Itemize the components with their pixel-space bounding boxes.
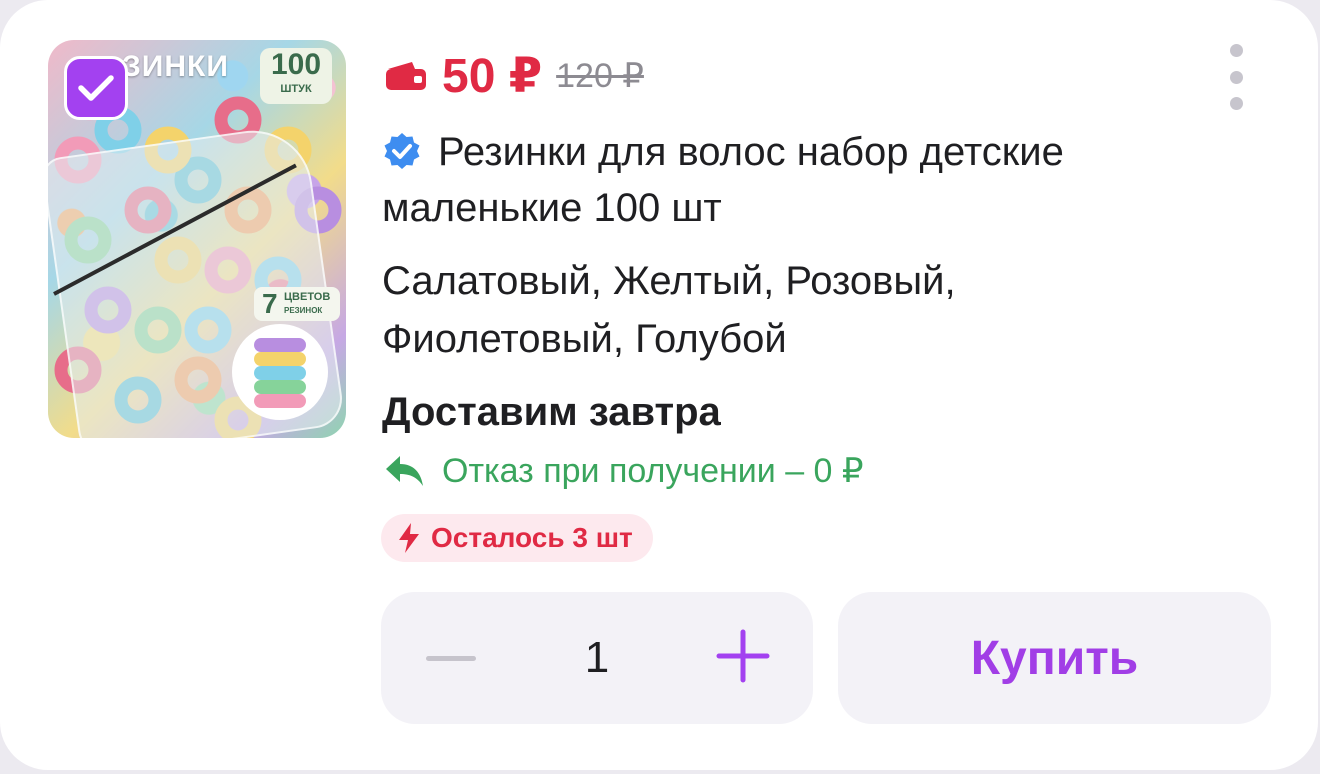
image-count-unit: ШТУК [280, 83, 312, 95]
image-colors-badge: 7 ЦВЕТОВ РЕЗИНОК [254, 287, 340, 321]
decrease-button[interactable] [425, 638, 477, 678]
increase-button[interactable] [715, 628, 771, 684]
refund-text: Отказ при получении – 0 ₽ [442, 452, 864, 490]
delivery-text: Доставим завтра [382, 390, 721, 434]
image-count-badge: 100 ШТУК [260, 48, 332, 104]
stock-badge: Осталось 3 шт [381, 514, 653, 562]
image-count-number: 100 [270, 48, 322, 81]
product-card: ЗИНКИ 100 ШТУК 7 ЦВЕТОВ РЕЗИНОК 50 ₽ 120… [0, 0, 1318, 770]
product-colors: Салатовый, Желтый, Розовый, Фиолетовый, … [382, 259, 956, 361]
image-colors-word: ЦВЕТОВ [284, 291, 331, 303]
buy-button[interactable]: Купить [838, 592, 1271, 724]
verified-badge-icon [384, 133, 420, 169]
product-title[interactable]: Резинки для волос набор детские маленьки… [382, 124, 1202, 236]
price-row: 50 ₽ 120 ₽ [384, 48, 644, 104]
quantity-stepper: 1 [381, 592, 813, 724]
lightning-icon [399, 523, 419, 553]
checkmark-icon [78, 75, 114, 101]
refund-info: Отказ при получении – 0 ₽ [384, 448, 864, 494]
image-stack-inset [232, 324, 328, 420]
quantity-value[interactable]: 1 [557, 628, 637, 688]
stock-text: Осталось 3 шт [431, 522, 633, 553]
image-colors-number: 7 [262, 288, 278, 319]
current-price: 50 ₽ [442, 50, 543, 103]
image-colors-sub: РЕЗИНОК [284, 306, 323, 315]
minus-icon [426, 655, 476, 661]
old-price: 120 ₽ [556, 57, 644, 95]
plus-icon [716, 629, 770, 683]
reply-arrow-icon [386, 456, 423, 486]
product-title-text: Резинки для волос набор детские маленьки… [382, 130, 1064, 230]
more-options-button[interactable] [1222, 44, 1250, 110]
wallet-icon [386, 62, 426, 90]
select-checkbox[interactable] [64, 56, 128, 120]
image-brand-text: ЗИНКИ [122, 50, 229, 83]
more-vertical-icon [1229, 44, 1243, 57]
